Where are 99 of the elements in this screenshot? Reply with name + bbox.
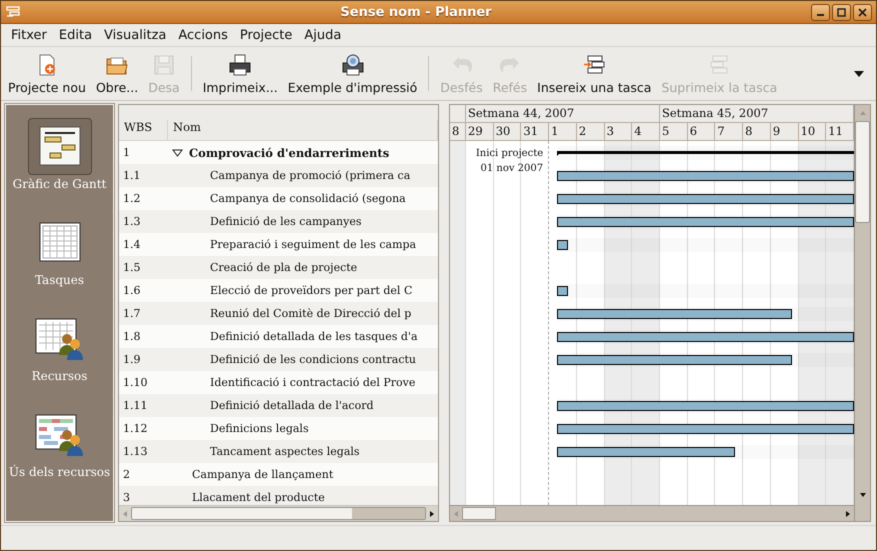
sidebar-item[interactable]: Recursos (6, 310, 113, 398)
wbs-cell-text: 1.7 (122, 307, 142, 320)
wbs-cell-text: 2 (122, 468, 131, 481)
wbs-cell-text: 1.13 (122, 445, 148, 458)
wbs-cell-text: 1.3 (122, 215, 142, 228)
wbs-cell-text: 1.12 (122, 422, 148, 435)
wbs-cell-text: 1.8 (122, 330, 142, 343)
task-name: Preparació i seguiment de les campa (210, 238, 416, 251)
down-arrow-icon[interactable] (858, 491, 866, 499)
insert-row-icon (582, 52, 606, 76)
wbs-cell-text: 1.6 (122, 284, 142, 297)
scrollbar-thumb[interactable] (855, 121, 870, 223)
wbs-cell-text: 1.2 (122, 192, 142, 205)
day-header: 30 (494, 123, 522, 140)
right-arrow-icon[interactable] (844, 510, 852, 518)
close-icon (858, 8, 867, 16)
toolbar-button[interactable]: Imprimeix... (198, 47, 283, 100)
day-header: 3 (604, 123, 632, 140)
horizontal-scrollbar[interactable] (119, 505, 438, 521)
task-bar[interactable] (557, 216, 854, 226)
toolbar-button[interactable]: Obre... (90, 47, 144, 100)
task-bar[interactable] (557, 400, 854, 410)
wbs-cell-text: 1.5 (122, 261, 142, 274)
toolbar-button[interactable]: Exemple d'impressió (282, 47, 422, 100)
wbs-cell-text: 1.9 (122, 353, 142, 366)
milestone-date: 01 nov 2007 (480, 162, 544, 176)
menu-item[interactable]: Visualitza (98, 26, 172, 44)
task-name: Campanya de consolidació (segona (210, 192, 406, 205)
menu-item[interactable]: Ajuda (298, 26, 348, 44)
task-name: Definicions legals (210, 422, 309, 435)
table-with-people-icon (34, 316, 86, 360)
close-button[interactable] (853, 4, 872, 20)
menu-item[interactable]: Fitxer (5, 26, 53, 44)
day-header: 10 (798, 123, 826, 140)
scrollbar-thumb[interactable] (131, 507, 426, 520)
minimize-icon (817, 14, 824, 16)
task-name: Definició detallada de les tasques d'a (210, 330, 418, 343)
maximize-button[interactable] (832, 4, 851, 20)
task-name: Reunió del Comitè de Direcció del p (210, 307, 412, 320)
wbs-cell-text: 1 (122, 146, 131, 159)
menu-item[interactable]: Edita (52, 26, 98, 44)
task-name: Creació de pla de projecte (210, 261, 358, 274)
horizontal-scrollbar[interactable] (450, 505, 854, 521)
day-header: 6 (688, 123, 716, 140)
milestone-label: Inici projecte (476, 147, 544, 161)
task-name: Tancament aspectes legals (210, 445, 360, 458)
wbs-cell-text: 3 (122, 491, 131, 504)
day-header: 7 (715, 123, 744, 140)
expander-icon[interactable] (172, 148, 183, 156)
column-header[interactable]: WBS (119, 120, 168, 140)
wbs-cell-text: 1.4 (122, 238, 142, 251)
day-header: 8 (450, 123, 466, 140)
maximize-icon (837, 8, 846, 16)
task-name: Llacament del producte (192, 491, 325, 504)
task-bar[interactable] (557, 308, 792, 318)
day-header: 31 (521, 123, 550, 140)
day-header: 5 (660, 123, 688, 140)
vertical-scrollbar[interactable] (854, 105, 870, 521)
sidebar-item[interactable]: Gràfic de Gantt (6, 118, 113, 206)
task-name: Definició detallada de l'acord (210, 399, 374, 412)
week-header: Setmana 44, 2007 (466, 105, 660, 122)
window-menu-icon[interactable] (5, 5, 21, 19)
task-name: Elecció de proveïdors per part del C (210, 284, 412, 297)
toolbar-button[interactable]: Projecte nou (3, 47, 91, 100)
toolbar-button[interactable]: Insereix una tasca (532, 47, 656, 100)
task-name: Comprovació d'endarreriments (189, 146, 390, 160)
scrollbar-thumb[interactable] (462, 507, 496, 520)
minimize-button[interactable] (811, 4, 830, 20)
day-header: 4 (632, 123, 660, 140)
day-header: 1 (549, 123, 577, 140)
wbs-cell-text: 1.11 (122, 399, 148, 412)
sidebar-item[interactable]: Tasques (6, 214, 113, 302)
day-header: 29 (466, 123, 494, 140)
printer-icon (228, 52, 252, 76)
task-bar[interactable] (557, 170, 854, 180)
wbs-cell-text: 1.1 (122, 169, 142, 182)
task-name: Campanya de promoció (primera ca (210, 169, 410, 182)
task-bar[interactable] (557, 332, 854, 342)
task-bar[interactable] (557, 194, 854, 204)
window-title: Sense nom - Planner (339, 4, 493, 20)
menu-item[interactable]: Projecte (234, 26, 298, 44)
day-header: 2 (576, 123, 605, 140)
printer-magnifier-icon (340, 52, 365, 76)
usage-table-with-people-icon (34, 412, 86, 456)
right-arrow-icon[interactable] (428, 510, 436, 518)
task-bar[interactable] (557, 354, 792, 364)
wbs-cell-text: 1.10 (122, 376, 148, 389)
task-name: Definició de les campanyes (210, 215, 362, 228)
task-name: Campanya de llançament (192, 468, 334, 481)
sidebar-item[interactable]: Ús dels recursos (6, 406, 113, 494)
day-header: 8 (743, 123, 771, 140)
task-bar[interactable] (557, 424, 854, 434)
task-name: Definició de les condicions contractu (210, 353, 416, 366)
overflow-arrow-icon[interactable] (854, 70, 864, 76)
column-header[interactable]: Nom (168, 120, 438, 140)
task-bar[interactable] (557, 446, 736, 456)
menu-item[interactable]: Accions (172, 26, 234, 44)
day-header: 9 (770, 123, 799, 140)
task-name: Identificació i contractació del Prove (210, 376, 416, 389)
